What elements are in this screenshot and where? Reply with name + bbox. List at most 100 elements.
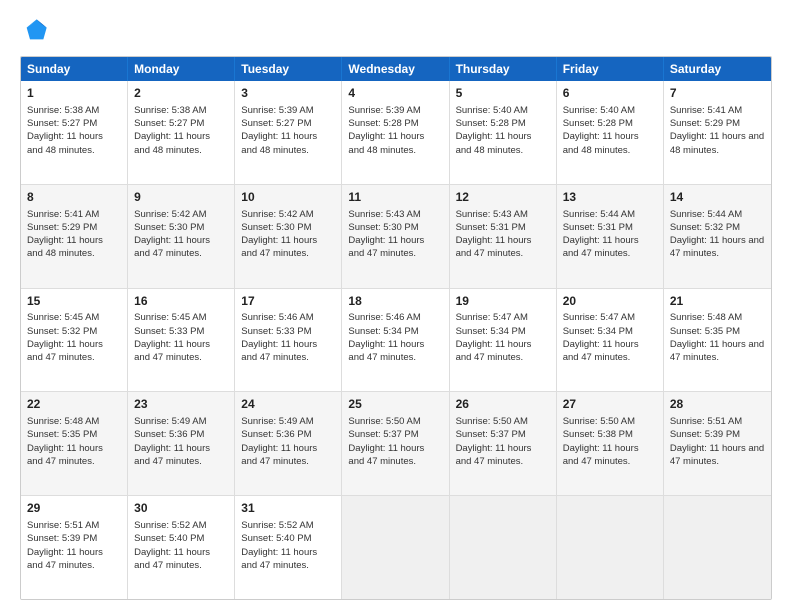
day-number: 1 [27, 85, 121, 102]
calendar-day-cell: 14Sunrise: 5:44 AMSunset: 5:32 PMDayligh… [664, 185, 771, 288]
calendar-day-cell: 11Sunrise: 5:43 AMSunset: 5:30 PMDayligh… [342, 185, 449, 288]
sunset: Sunset: 5:38 PM [563, 429, 633, 440]
empty-cell [557, 496, 664, 599]
logo [20, 16, 54, 46]
daylight: Daylight: 11 hours and 47 minutes. [348, 443, 424, 467]
daylight: Daylight: 11 hours and 47 minutes. [456, 443, 532, 467]
sunset: Sunset: 5:28 PM [456, 118, 526, 129]
calendar-row: 29Sunrise: 5:51 AMSunset: 5:39 PMDayligh… [21, 496, 771, 599]
sunrise: Sunrise: 5:47 AM [563, 312, 635, 323]
sunrise: Sunrise: 5:48 AM [27, 416, 99, 427]
calendar-day-cell: 7Sunrise: 5:41 AMSunset: 5:29 PMDaylight… [664, 81, 771, 184]
sunset: Sunset: 5:27 PM [27, 118, 97, 129]
calendar-day-cell: 19Sunrise: 5:47 AMSunset: 5:34 PMDayligh… [450, 289, 557, 392]
daylight: Daylight: 11 hours and 47 minutes. [241, 547, 317, 571]
sunset: Sunset: 5:39 PM [27, 533, 97, 544]
calendar-day-cell: 23Sunrise: 5:49 AMSunset: 5:36 PMDayligh… [128, 392, 235, 495]
sunset: Sunset: 5:27 PM [241, 118, 311, 129]
calendar-day-cell: 26Sunrise: 5:50 AMSunset: 5:37 PMDayligh… [450, 392, 557, 495]
calendar-day-cell: 30Sunrise: 5:52 AMSunset: 5:40 PMDayligh… [128, 496, 235, 599]
sunset: Sunset: 5:27 PM [134, 118, 204, 129]
sunset: Sunset: 5:28 PM [563, 118, 633, 129]
sunset: Sunset: 5:37 PM [348, 429, 418, 440]
sunrise: Sunrise: 5:51 AM [27, 520, 99, 531]
sunrise: Sunrise: 5:38 AM [134, 105, 206, 116]
sunrise: Sunrise: 5:39 AM [348, 105, 420, 116]
daylight: Daylight: 11 hours and 47 minutes. [241, 443, 317, 467]
day-number: 21 [670, 293, 765, 310]
sunrise: Sunrise: 5:40 AM [563, 105, 635, 116]
sunrise: Sunrise: 5:42 AM [134, 209, 206, 220]
calendar-day-cell: 1 Sunrise: 5:38 AM Sunset: 5:27 PM Daylight… [21, 81, 128, 184]
sunrise: Sunrise: 5:44 AM [670, 209, 742, 220]
day-number: 23 [134, 396, 228, 413]
daylight: Daylight: 11 hours and 48 minutes. [27, 131, 103, 155]
sunset: Sunset: 5:32 PM [27, 326, 97, 337]
sunrise: Sunrise: 5:46 AM [241, 312, 313, 323]
day-number: 26 [456, 396, 550, 413]
calendar: SundayMondayTuesdayWednesdayThursdayFrid… [20, 56, 772, 600]
sunset: Sunset: 5:39 PM [670, 429, 740, 440]
daylight: Daylight: 11 hours and 48 minutes. [27, 235, 103, 259]
sunrise: Sunrise: 5:39 AM [241, 105, 313, 116]
daylight: Daylight: 11 hours and 47 minutes. [241, 339, 317, 363]
daylight: Daylight: 11 hours and 47 minutes. [670, 235, 764, 259]
sunrise: Sunrise: 5:40 AM [456, 105, 528, 116]
sunrise: Sunrise: 5:52 AM [134, 520, 206, 531]
daylight: Daylight: 11 hours and 48 minutes. [134, 131, 210, 155]
calendar-day-cell: 20Sunrise: 5:47 AMSunset: 5:34 PMDayligh… [557, 289, 664, 392]
calendar-day-cell: 12Sunrise: 5:43 AMSunset: 5:31 PMDayligh… [450, 185, 557, 288]
empty-cell [450, 496, 557, 599]
header [20, 16, 772, 46]
sunset: Sunset: 5:29 PM [27, 222, 97, 233]
day-number: 7 [670, 85, 765, 102]
calendar-day-cell: 16Sunrise: 5:45 AMSunset: 5:33 PMDayligh… [128, 289, 235, 392]
daylight: Daylight: 11 hours and 47 minutes. [27, 443, 103, 467]
calendar-row: 15Sunrise: 5:45 AMSunset: 5:32 PMDayligh… [21, 289, 771, 393]
sunrise: Sunrise: 5:48 AM [670, 312, 742, 323]
weekday-header: Friday [557, 57, 664, 81]
day-number: 3 [241, 85, 335, 102]
day-number: 22 [27, 396, 121, 413]
empty-cell [664, 496, 771, 599]
sunrise: Sunrise: 5:50 AM [456, 416, 528, 427]
sunrise: Sunrise: 5:43 AM [348, 209, 420, 220]
calendar-day-cell: 9Sunrise: 5:42 AMSunset: 5:30 PMDaylight… [128, 185, 235, 288]
weekday-header: Thursday [450, 57, 557, 81]
daylight: Daylight: 11 hours and 48 minutes. [348, 131, 424, 155]
sunset: Sunset: 5:31 PM [563, 222, 633, 233]
day-number: 14 [670, 189, 765, 206]
calendar-day-cell: 17Sunrise: 5:46 AMSunset: 5:33 PMDayligh… [235, 289, 342, 392]
sunset: Sunset: 5:34 PM [563, 326, 633, 337]
calendar-day-cell: 21Sunrise: 5:48 AMSunset: 5:35 PMDayligh… [664, 289, 771, 392]
daylight: Daylight: 11 hours and 47 minutes. [456, 235, 532, 259]
sunset: Sunset: 5:40 PM [134, 533, 204, 544]
sunrise: Sunrise: 5:38 AM [27, 105, 99, 116]
calendar-day-cell: 13Sunrise: 5:44 AMSunset: 5:31 PMDayligh… [557, 185, 664, 288]
sunset: Sunset: 5:36 PM [134, 429, 204, 440]
daylight: Daylight: 11 hours and 48 minutes. [670, 131, 764, 155]
page: SundayMondayTuesdayWednesdayThursdayFrid… [0, 0, 792, 612]
calendar-row: 1 Sunrise: 5:38 AM Sunset: 5:27 PM Daylight… [21, 81, 771, 185]
calendar-day-cell: 5Sunrise: 5:40 AMSunset: 5:28 PMDaylight… [450, 81, 557, 184]
day-number: 28 [670, 396, 765, 413]
sunset: Sunset: 5:36 PM [241, 429, 311, 440]
sunset: Sunset: 5:40 PM [241, 533, 311, 544]
sunset: Sunset: 5:29 PM [670, 118, 740, 129]
calendar-day-cell: 31 Sunrise: 5:52 AM Sunset: 5:40 PM Dayligh… [235, 496, 342, 599]
daylight: Daylight: 11 hours and 48 minutes. [563, 131, 639, 155]
calendar-day-cell: 10Sunrise: 5:42 AMSunset: 5:30 PMDayligh… [235, 185, 342, 288]
weekday-header: Sunday [21, 57, 128, 81]
calendar-day-cell: 29Sunrise: 5:51 AMSunset: 5:39 PMDayligh… [21, 496, 128, 599]
calendar-day-cell: 25Sunrise: 5:50 AMSunset: 5:37 PMDayligh… [342, 392, 449, 495]
sunset: Sunset: 5:33 PM [134, 326, 204, 337]
day-number: 9 [134, 189, 228, 206]
calendar-day-cell: 2Sunrise: 5:38 AMSunset: 5:27 PMDaylight… [128, 81, 235, 184]
sunrise: Sunrise: 5:52 AM [241, 520, 313, 531]
sunset: Sunset: 5:34 PM [456, 326, 526, 337]
day-number: 13 [563, 189, 657, 206]
daylight: Daylight: 11 hours and 47 minutes. [670, 443, 764, 467]
calendar-day-cell: 15Sunrise: 5:45 AMSunset: 5:32 PMDayligh… [21, 289, 128, 392]
day-number: 31 [241, 500, 335, 517]
sunrise: Sunrise: 5:49 AM [134, 416, 206, 427]
